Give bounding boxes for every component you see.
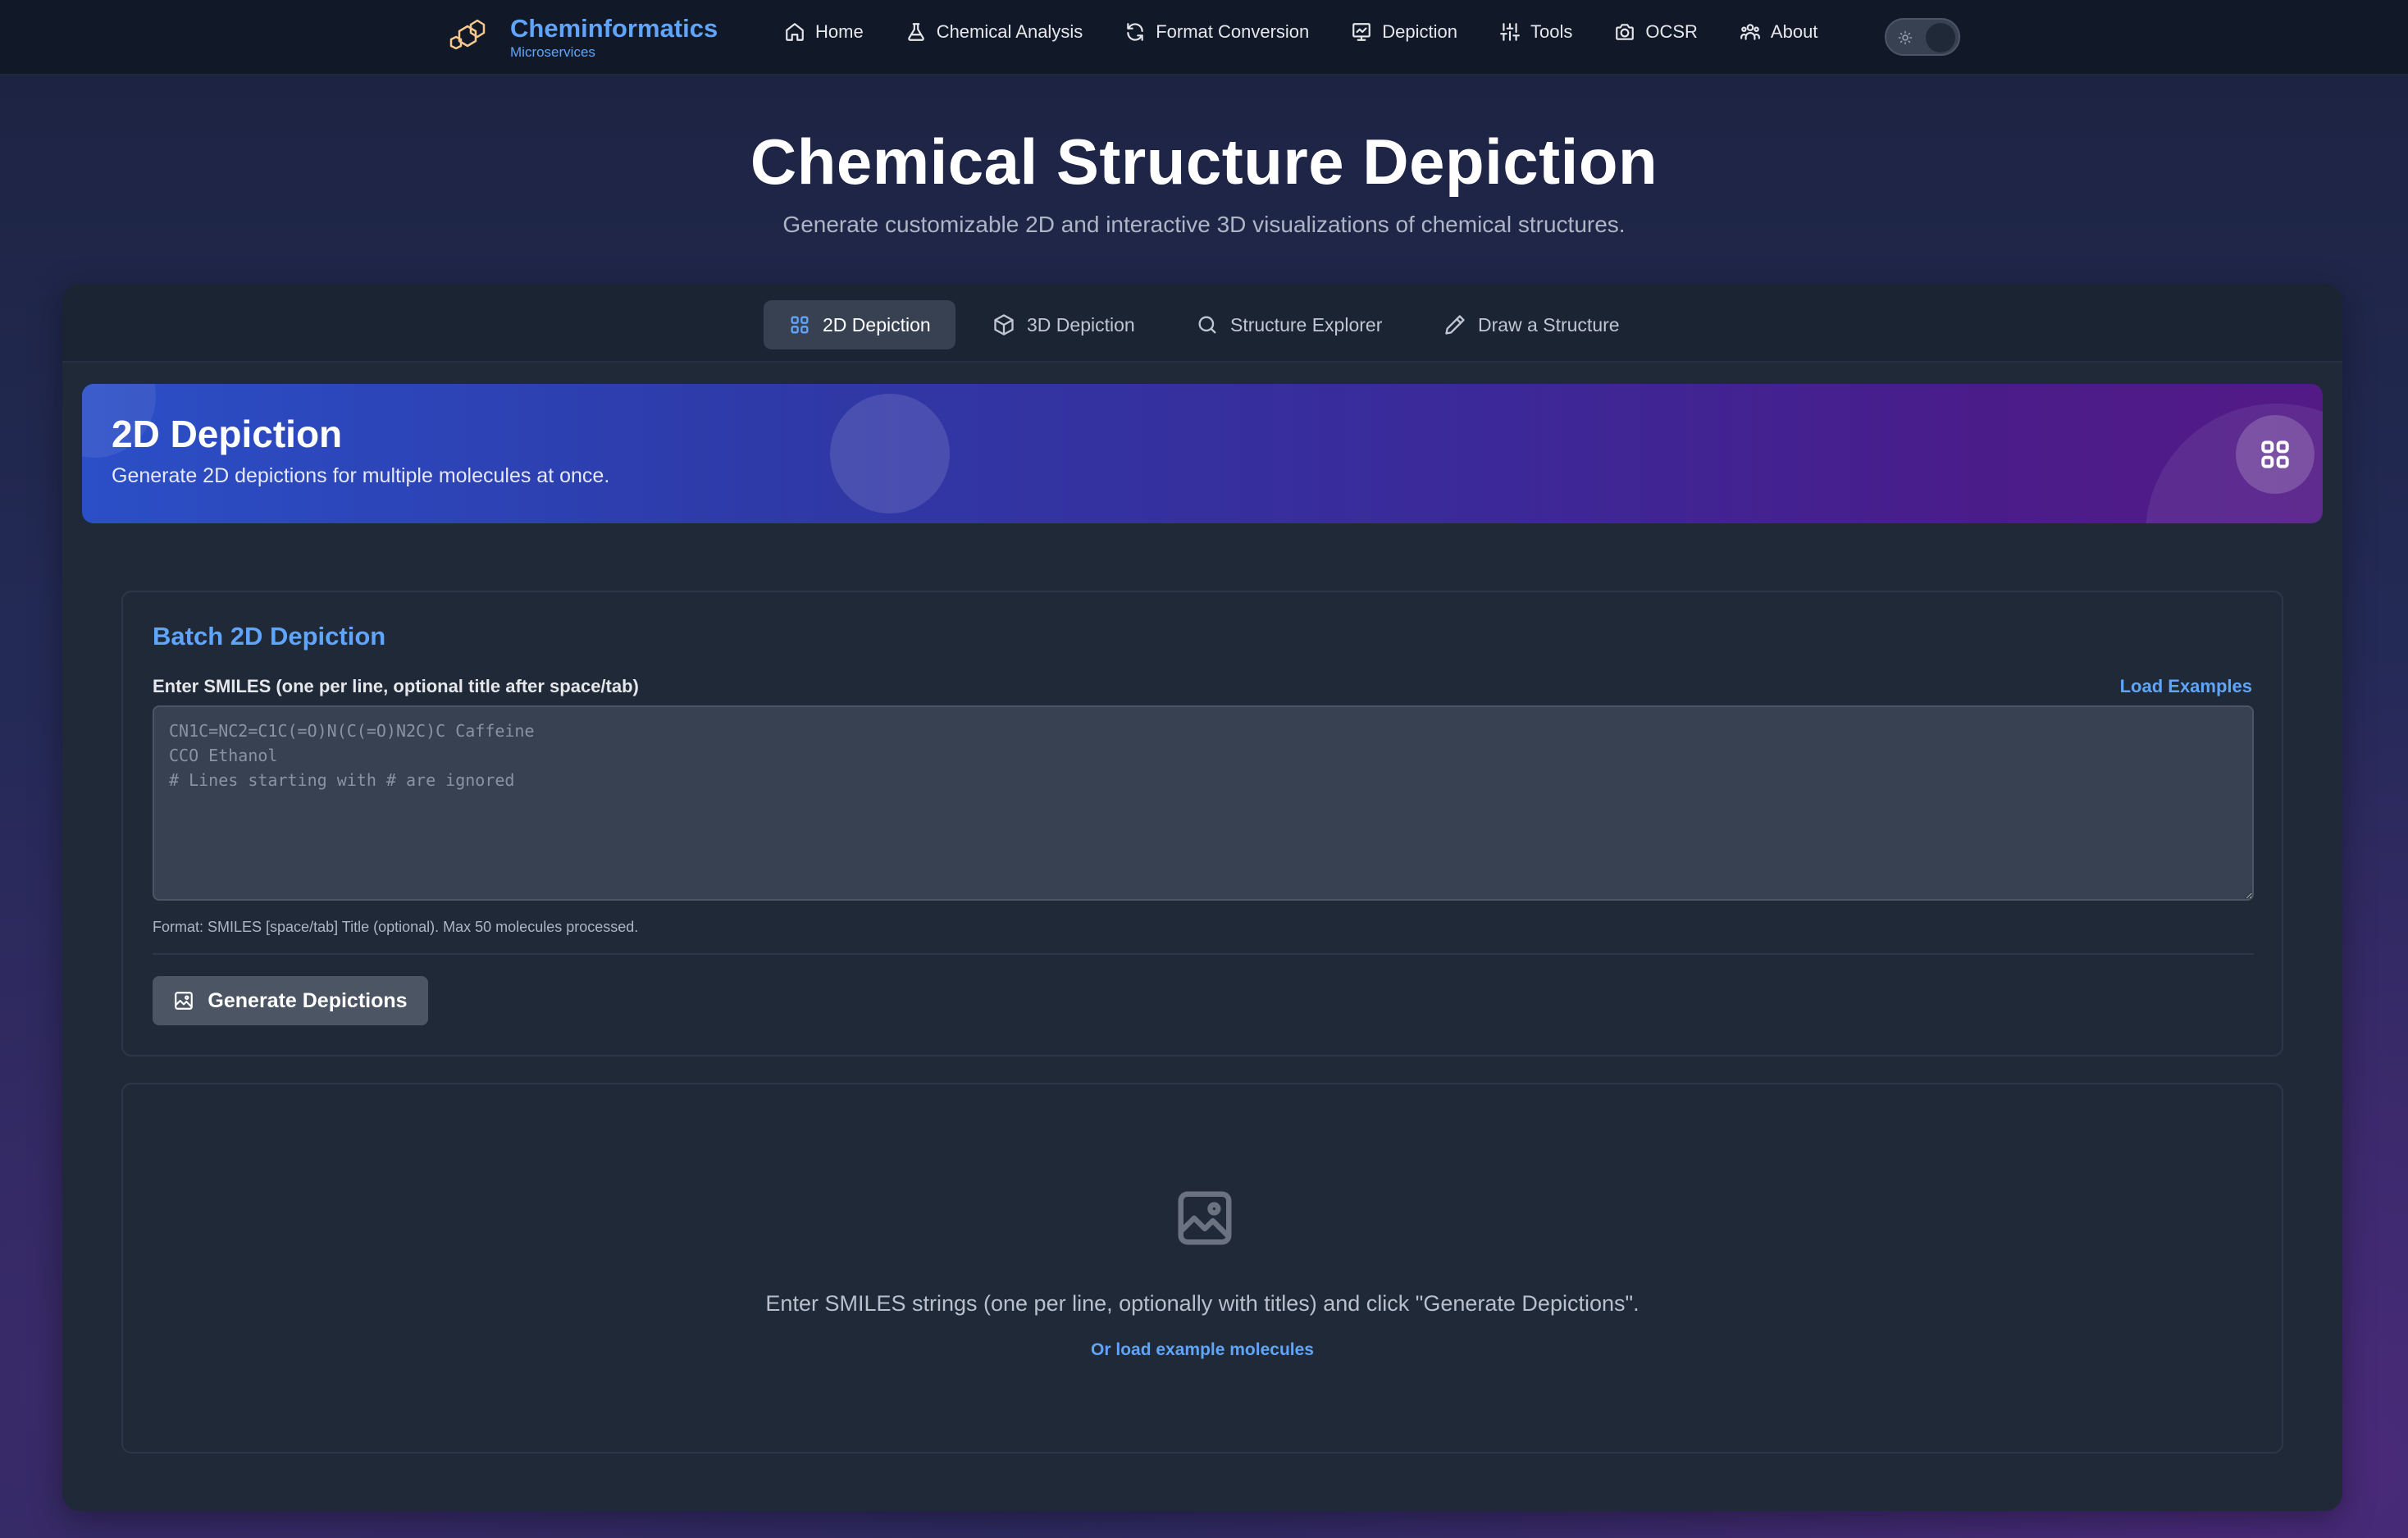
smiles-input[interactable] [153,705,2254,901]
page-subtitle: Generate customizable 2D and interactive… [782,212,1626,237]
users-icon [1740,24,1760,40]
sun-icon [1898,30,1913,45]
tab-draw-structure[interactable]: Draw a Structure [1419,300,1644,349]
nav-item-format-conversion[interactable]: Format Conversion [1124,21,1309,43]
tab-label: Draw a Structure [1478,313,1620,335]
brand-name: Cheminformatics [510,14,718,43]
image-icon [175,992,194,1010]
top-navigation: Cheminformatics Microservices Home Chemi… [0,0,2408,75]
results-panel: Enter SMILES strings (one per line, opti… [121,1083,2283,1454]
tab-bar: 2D Depiction 3D Depiction Structure Expl… [62,284,2342,363]
grid-icon [2261,440,2289,468]
load-examples-link[interactable]: Load Examples [2120,676,2252,697]
empty-state-text: Enter SMILES strings (one per line, opti… [765,1291,1640,1316]
section-banner: 2D Depiction Generate 2D depictions for … [82,384,2323,523]
nav-item-label: About [1770,21,1818,42]
nav-item-ocsr[interactable]: OCSR [1614,21,1698,43]
nav-item-chemical-analysis[interactable]: Chemical Analysis [905,21,1083,43]
tab-label: Structure Explorer [1230,313,1383,335]
brand-text: Cheminformatics Microservices [510,15,718,61]
grid-icon [791,316,809,334]
banner-title: 2D Depiction [112,413,343,455]
nav-item-tools[interactable]: Tools [1499,21,1572,43]
nav-item-about[interactable]: About [1740,21,1818,43]
search-icon [1198,316,1216,334]
generate-depictions-button[interactable]: Generate Depictions [153,976,428,1025]
smiles-input-label: Enter SMILES (one per line, optional tit… [153,676,639,696]
nav-item-label: OCSR [1645,21,1698,42]
image-icon [1178,1191,1232,1245]
form-title: Batch 2D Depiction [153,622,386,650]
chart-icon [1352,23,1371,41]
divider [153,953,2254,955]
cube-icon [994,314,1014,335]
brand-subtitle: Microservices [510,44,595,60]
main-menu: Home Chemical Analysis Format Conversion… [784,21,1817,43]
nav-item-home[interactable]: Home [784,21,864,43]
tab-structure-explorer[interactable]: Structure Explorer [1171,300,1407,349]
banner-subtitle: Generate 2D depictions for multiple mole… [112,464,610,487]
batch-depiction-form: Batch 2D Depiction Enter SMILES (one per… [121,591,2283,1057]
load-example-molecules-link[interactable]: Or load example molecules [123,1340,2282,1360]
sliders-icon [1500,23,1520,41]
theme-toggle[interactable] [1885,18,1960,56]
nav-item-depiction[interactable]: Depiction [1351,21,1457,43]
tab-label: 3D Depiction [1027,313,1135,335]
nav-item-label: Format Conversion [1156,21,1310,42]
home-icon [786,23,804,41]
toggle-knob [1926,23,1955,52]
page-title: Chemical Structure Depiction [750,126,1658,198]
nav-item-label: Home [815,21,864,42]
nav-item-label: Tools [1530,21,1573,42]
generate-button-label: Generate Depictions [208,988,408,1012]
tab-2d-depiction[interactable]: 2D Depiction [764,300,955,349]
nav-item-label: Chemical Analysis [936,21,1083,42]
pencil-icon [1445,315,1465,335]
camera-icon [1616,24,1635,40]
banner-decoration [830,394,950,513]
tab-3d-depiction[interactable]: 3D Depiction [968,300,1160,349]
refresh-icon [1127,23,1143,41]
flask-icon [907,23,924,41]
brand[interactable]: Cheminformatics Microservices [446,15,718,61]
nav-item-label: Depiction [1382,21,1457,42]
format-hint: Format: SMILES [space/tab] Title (option… [153,919,639,935]
banner-icon-circle [2236,415,2315,494]
tab-label: 2D Depiction [823,313,931,335]
hexagon-molecule-icon [449,19,486,50]
